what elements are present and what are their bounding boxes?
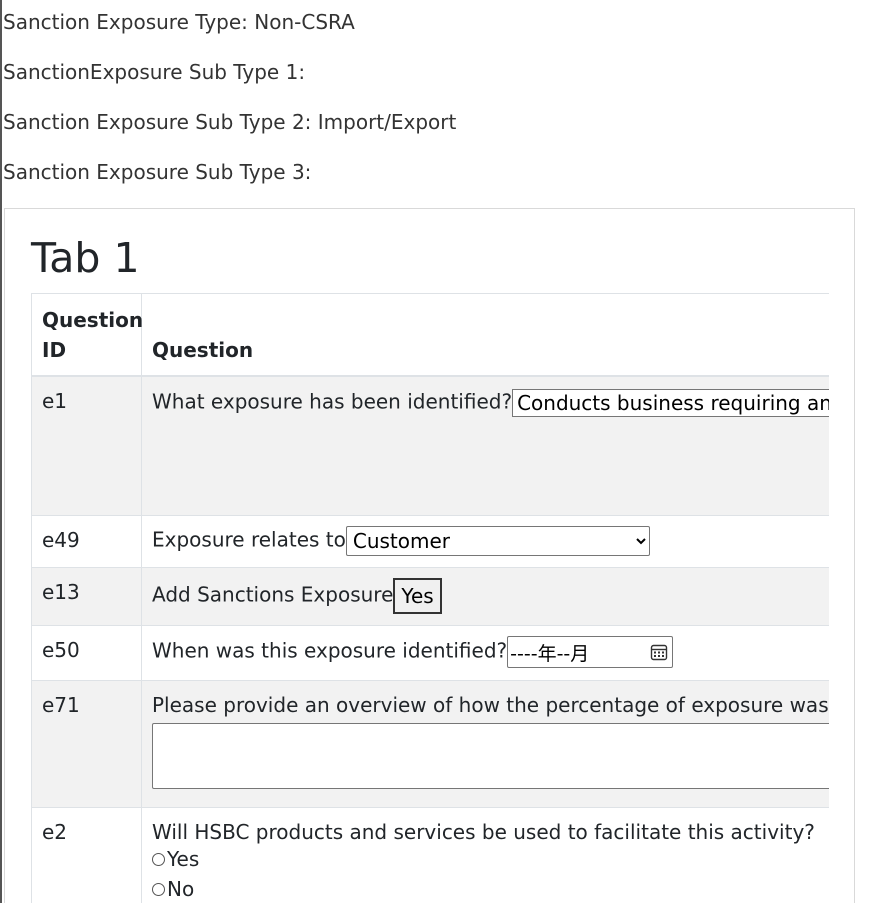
date-placeholder: ----年--月 bbox=[510, 642, 590, 665]
radio-yes[interactable] bbox=[152, 852, 165, 866]
radio-option-yes[interactable]: Yes bbox=[152, 844, 829, 874]
table-row: e71 Please provide an overview of how th… bbox=[31, 680, 829, 808]
tab-card: Tab 1 Question ID Question e1 What expos… bbox=[4, 208, 855, 903]
question-cell: When was this exposure identified? ----年… bbox=[141, 625, 829, 681]
questions-table-container[interactable]: Question ID Question e1 What exposure ha… bbox=[31, 293, 829, 903]
question-id-cell: e1 bbox=[31, 375, 142, 516]
table-row: e1 What exposure has been identified? bbox=[31, 375, 829, 516]
overview-textarea[interactable] bbox=[152, 723, 829, 789]
question-id-cell: e71 bbox=[31, 680, 142, 808]
sub-type-3-text: Sanction Exposure Sub Type 3: bbox=[3, 160, 312, 184]
table-row: e50 When was this exposure identified? -… bbox=[31, 625, 829, 681]
question-text: Exposure relates to bbox=[152, 527, 346, 552]
question-text: Please provide an overview of how the pe… bbox=[152, 693, 829, 717]
question-id-cell: e49 bbox=[31, 515, 142, 568]
question-id-cell: e13 bbox=[31, 567, 142, 626]
exposure-identified-input[interactable] bbox=[512, 388, 829, 417]
tab-title: Tab 1 bbox=[31, 234, 140, 282]
question-text: When was this exposure identified? bbox=[152, 638, 508, 663]
exposure-type-text: Sanction Exposure Type: Non-CSRA bbox=[3, 10, 355, 34]
sub-type-2-text: Sanction Exposure Sub Type 2: Import/Exp… bbox=[3, 110, 457, 134]
table-row: e49 Exposure relates to Customer bbox=[31, 515, 829, 568]
calendar-icon[interactable] bbox=[650, 643, 668, 661]
radio-no[interactable] bbox=[152, 882, 165, 896]
exposure-date-input[interactable]: ----年--月 bbox=[507, 636, 674, 668]
question-text: Add Sanctions Exposure bbox=[152, 582, 394, 607]
sub-type-1-text: SanctionExposure Sub Type 1: bbox=[3, 60, 306, 84]
question-id-cell: e50 bbox=[31, 625, 142, 681]
table-row: e2 Will HSBC products and services be us… bbox=[31, 807, 829, 903]
question-cell: Add Sanctions Exposure Yes bbox=[141, 567, 829, 626]
add-sanctions-exposure-button[interactable]: Yes bbox=[393, 578, 442, 614]
question-text: Will HSBC products and services be used … bbox=[152, 820, 815, 844]
page: Sanction Exposure Type: Non-CSRA Sanctio… bbox=[0, 0, 881, 903]
questions-table: Question ID Question e1 What exposure ha… bbox=[31, 293, 829, 903]
question-id-header: Question ID bbox=[31, 293, 143, 377]
table-row: e13 Add Sanctions Exposure Yes bbox=[31, 567, 829, 626]
radio-yes-label: Yes bbox=[167, 847, 200, 871]
exposure-relates-select[interactable]: Customer bbox=[345, 526, 650, 556]
question-header: Question bbox=[141, 293, 829, 377]
question-cell: Exposure relates to Customer bbox=[141, 515, 829, 568]
question-cell: Will HSBC products and services be used … bbox=[141, 807, 829, 903]
question-cell: Please provide an overview of how the pe… bbox=[141, 680, 829, 808]
table-header-row: Question ID Question bbox=[31, 293, 829, 377]
radio-option-no[interactable]: No bbox=[152, 874, 829, 903]
question-cell: What exposure has been identified? bbox=[141, 375, 829, 516]
question-text: What exposure has been identified? bbox=[152, 389, 513, 413]
question-id-cell: e2 bbox=[31, 807, 142, 903]
radio-no-label: No bbox=[167, 877, 195, 901]
